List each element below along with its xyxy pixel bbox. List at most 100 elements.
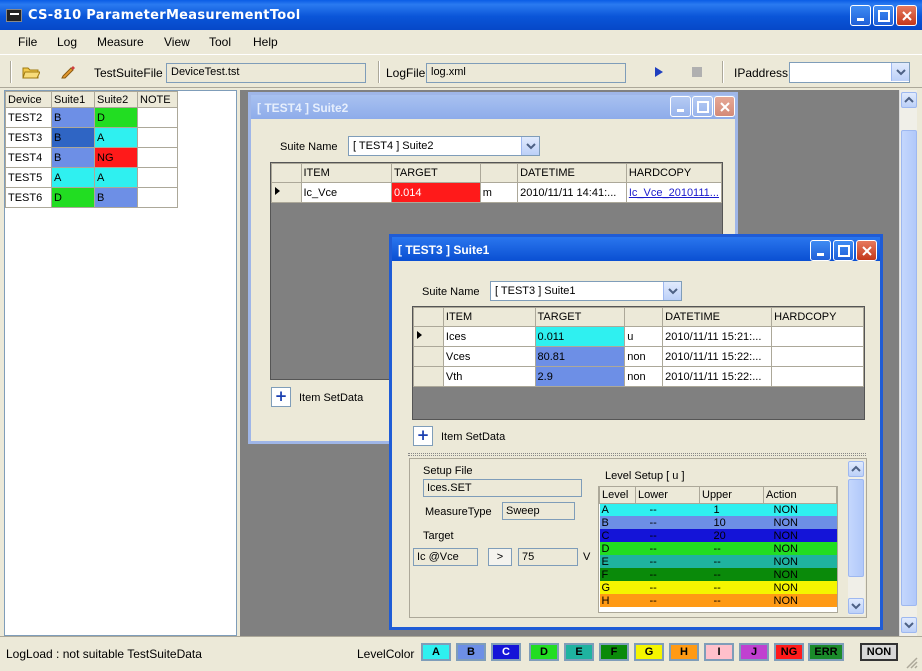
suite1-cell[interactable]: B [51,107,95,128]
level-setup-list[interactable]: Level Lower Upper Action A -- 1 NON B --… [598,486,838,613]
suite1-close-button[interactable] [856,240,877,261]
suite1-title-bar[interactable]: [ TEST3 ] Suite1 [392,237,880,261]
datetime-cell[interactable]: 2010/11/11 15:21:... [662,326,773,347]
device-cell[interactable]: TEST3 [5,127,52,148]
header-note[interactable]: NOTE [137,91,178,108]
datetime-cell[interactable]: 2010/11/11 15:22:... [662,346,773,367]
setup-file-field[interactable]: Ices.SET [423,479,582,497]
level-row[interactable]: D -- -- NON [599,542,837,555]
note-cell[interactable] [137,167,178,188]
level-d-badge[interactable]: D [529,643,559,661]
chevron-down-icon[interactable] [521,137,539,155]
unit-cell[interactable]: m [479,182,519,203]
suite2-cell[interactable]: A [94,167,138,188]
note-cell[interactable] [137,127,178,148]
level-f-badge[interactable]: F [599,643,629,661]
header-suite2[interactable]: Suite2 [94,91,138,108]
level-non-badge[interactable]: NON [860,643,898,661]
suite1-add-item-button[interactable]: + [413,426,433,446]
suite1-cell[interactable]: B [51,127,95,148]
device-cell[interactable]: TEST6 [5,187,52,208]
scroll-up-icon[interactable] [848,461,864,477]
row-selector[interactable] [271,182,302,203]
hardcopy-cell[interactable] [771,346,864,367]
item-cell[interactable]: Ices [442,326,536,347]
table-row[interactable]: TEST2 B D [5,107,178,128]
suite1-window[interactable]: [ TEST3 ] Suite1 Suite Name [ TEST3 ] Su… [389,234,883,630]
level-i-badge[interactable]: I [704,643,734,661]
minimize-button[interactable] [850,5,871,26]
header-item[interactable]: ITEM [300,163,392,183]
table-row[interactable]: Vth 2.9 non 2010/11/11 15:22:... [413,366,864,387]
scroll-down-icon[interactable] [848,598,864,614]
level-ng-badge[interactable]: NG [774,643,804,661]
stop-icon[interactable] [692,67,702,77]
chevron-down-icon[interactable] [891,63,909,81]
target-cell[interactable]: 0.011 [534,326,626,347]
suite2-title-bar[interactable]: [ TEST4 ] Suite2 [251,95,735,119]
level-a-badge[interactable]: A [421,643,451,661]
item-cell[interactable]: Vces [442,346,536,367]
suite2-cell[interactable]: D [94,107,138,128]
menu-log[interactable]: Log [57,35,77,49]
table-row[interactable]: Ices 0.011 u 2010/11/11 15:21:... [413,326,864,347]
unit-cell[interactable]: u [624,326,664,347]
table-row[interactable]: Vces 80.81 non 2010/11/11 15:22:... [413,346,864,367]
header-unit[interactable] [624,307,664,327]
mdi-vertical-scrollbar[interactable] [899,90,917,636]
row-selector[interactable] [413,366,444,387]
maximize-button[interactable] [873,5,894,26]
datetime-cell[interactable]: 2010/11/11 14:41:... [517,182,627,203]
suite1-items-grid[interactable]: ITEM TARGET DATETIME HARDCOPY Ices 0.011… [412,306,865,420]
header-action[interactable]: Action [763,487,837,504]
device-cell[interactable]: TEST5 [5,167,52,188]
unit-cell[interactable]: non [624,346,664,367]
scroll-thumb[interactable] [848,479,864,577]
suite2-close-button[interactable] [714,96,735,117]
level-row[interactable]: F -- -- NON [599,568,837,581]
level-err-badge[interactable]: ERR [808,643,844,661]
level-g-badge[interactable]: G [634,643,664,661]
table-row[interactable]: TEST4 B NG [5,147,178,168]
threshold-field[interactable]: 75 [518,548,578,566]
suite1-cell[interactable]: A [51,167,95,188]
level-row[interactable]: E -- -- NON [599,555,837,568]
target-cell[interactable]: 0.014 [390,182,481,203]
suite2-minimize-button[interactable] [670,96,691,117]
level-row[interactable]: B -- 10 NON [599,516,837,529]
header-upper[interactable]: Upper [699,487,764,504]
header-hardcopy[interactable]: HARDCOPY [625,163,722,183]
unit-cell[interactable]: non [624,366,664,387]
header-unit[interactable] [479,163,519,183]
level-e-badge[interactable]: E [564,643,594,661]
edit-pencil-icon[interactable] [60,63,76,79]
measure-type-field[interactable]: Sweep [502,502,575,520]
resize-grip-icon[interactable] [904,655,918,669]
menu-measure[interactable]: Measure [97,35,144,49]
row-selector[interactable] [413,346,444,367]
header-item[interactable]: ITEM [442,307,536,327]
suite2-cell[interactable]: NG [94,147,138,168]
hardcopy-cell[interactable] [771,326,864,347]
device-cell[interactable]: TEST4 [5,147,52,168]
note-cell[interactable] [137,187,178,208]
row-selector[interactable] [413,326,444,347]
header-datetime[interactable]: DATETIME [662,307,773,327]
note-cell[interactable] [137,107,178,128]
suite2-cell[interactable]: B [94,187,138,208]
target-field[interactable]: Ic @Vce [413,548,478,566]
suite1-minimize-button[interactable] [810,240,831,261]
menu-tool[interactable]: Tool [209,35,231,49]
header-target[interactable]: TARGET [390,163,481,183]
note-cell[interactable] [137,147,178,168]
suite2-cell[interactable]: A [94,127,138,148]
table-row[interactable]: TEST3 B A [5,127,178,148]
level-h-badge[interactable]: H [669,643,699,661]
header-datetime[interactable]: DATETIME [517,163,627,183]
play-icon[interactable] [654,66,664,78]
suite2-add-item-button[interactable]: + [271,387,291,407]
table-row[interactable]: TEST6 D B [5,187,178,208]
compare-button[interactable]: > [488,548,512,566]
level-row[interactable]: G -- -- NON [599,581,837,594]
level-row[interactable]: C -- 20 NON [599,529,837,542]
